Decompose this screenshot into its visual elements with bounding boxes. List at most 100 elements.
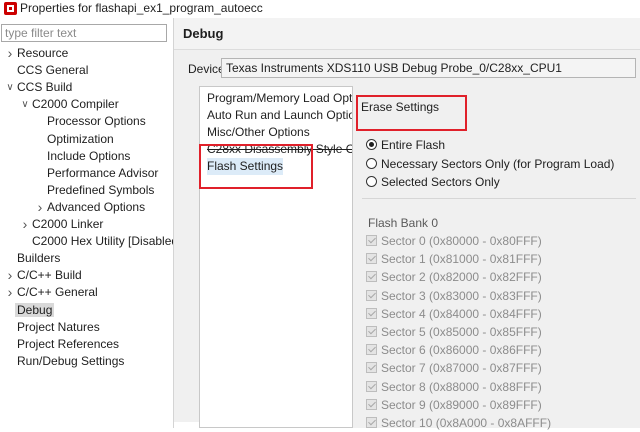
sector-label: Sector 8 (0x88000 - 0x88FFF) xyxy=(381,379,542,394)
chevron-down-icon[interactable]: ∨ xyxy=(5,79,15,96)
sector-checkbox-row: Sector 6 (0x86000 - 0x86FFF) xyxy=(366,341,542,359)
tree-item[interactable]: Include Options xyxy=(47,148,130,165)
tree-item-label: C/C++ General xyxy=(17,285,98,300)
tree-item[interactable]: Run/Debug Settings xyxy=(17,353,124,370)
category-list: Program/Memory Load OptionsAuto Run and … xyxy=(199,86,353,428)
tree-item[interactable]: Debug xyxy=(15,302,55,319)
sector-label: Sector 6 (0x86000 - 0x86FFF) xyxy=(381,343,542,358)
radio-button[interactable] xyxy=(366,157,377,169)
filter-input[interactable] xyxy=(1,24,167,42)
tree-item[interactable]: › C/C++ General xyxy=(8,284,98,301)
tree-item[interactable]: ∨ C2000 Compiler xyxy=(21,96,119,113)
tree-item-label: Run/Debug Settings xyxy=(17,353,125,368)
radio-button[interactable] xyxy=(366,176,377,187)
radio-button[interactable] xyxy=(366,139,377,150)
tree-item-label: CCS Build xyxy=(17,80,73,95)
sector-label: Sector 5 (0x85000 - 0x85FFF) xyxy=(381,325,542,339)
device-field[interactable]: Texas Instruments XDS110 USB Debug Probe… xyxy=(221,58,636,78)
tree-item[interactable]: ∨ CCS Build xyxy=(6,79,73,96)
category-item[interactable]: C28xx Disassembly Style Options xyxy=(207,141,353,158)
category-item[interactable]: Misc/Other Options xyxy=(207,124,310,141)
page-header: Debug xyxy=(174,18,640,50)
sector-label: Sector 1 (0x81000 - 0x81FFF) xyxy=(381,252,542,267)
sector-checkbox-row: Sector 2 (0x82000 - 0x82FFF) xyxy=(366,268,542,286)
checkbox-disabled-icon xyxy=(366,344,377,356)
tree-item-label: Project References xyxy=(17,336,120,351)
tree-item[interactable]: CCS General xyxy=(17,62,88,79)
sector-checkbox-row: Sector 0 (0x80000 - 0x80FFF) xyxy=(366,232,542,250)
category-item[interactable]: Auto Run and Launch Options xyxy=(207,107,353,124)
tree-item-label: C/C++ Build xyxy=(17,268,82,283)
tree-item-label: Resource xyxy=(17,46,69,60)
checkbox-disabled-icon xyxy=(366,326,377,337)
sector-label: Sector 9 (0x89000 - 0x89FFF) xyxy=(381,397,542,412)
tree-item-label: Predefined Symbols xyxy=(47,182,155,197)
erase-option-label: Necessary Sectors Only (for Program Load… xyxy=(381,156,615,171)
window-title: Properties for flashapi_ex1_program_auto… xyxy=(20,1,263,15)
tree-item-label: Include Options xyxy=(47,148,131,163)
tree-item[interactable]: › Resource xyxy=(8,45,69,62)
tree-item[interactable]: › C2000 Linker xyxy=(23,216,104,233)
sector-label: Sector 4 (0x84000 - 0x84FFF) xyxy=(381,306,542,321)
page-title: Debug xyxy=(183,26,224,41)
erase-option[interactable]: Entire Flash xyxy=(366,136,445,154)
checkbox-disabled-icon xyxy=(366,289,377,301)
device-label: Device xyxy=(188,62,225,76)
erase-option[interactable]: Selected Sectors Only xyxy=(366,173,500,191)
checkbox-disabled-icon xyxy=(366,235,377,246)
tree-item[interactable]: › C/C++ Build xyxy=(8,267,82,284)
category-item[interactable]: Program/Memory Load Options xyxy=(207,90,353,107)
chevron-right-icon[interactable]: › xyxy=(35,199,45,216)
chevron-down-icon[interactable]: ∨ xyxy=(20,96,30,113)
erase-settings-title: Erase Settings xyxy=(361,100,440,114)
tree-item-label: C2000 Linker xyxy=(32,217,104,231)
tree-item-label: C2000 Compiler xyxy=(32,97,119,112)
tree-item[interactable]: Optimization xyxy=(47,131,114,148)
sector-checkbox-row: Sector 8 (0x88000 - 0x88FFF) xyxy=(366,378,542,396)
tree-item[interactable]: C2000 Hex Utility [Disabled] xyxy=(32,233,181,250)
sector-checkbox-row: Sector 9 (0x89000 - 0x89FFF) xyxy=(366,396,542,414)
section-separator xyxy=(362,198,636,199)
category-item[interactable]: Flash Settings xyxy=(207,158,284,175)
flash-bank-title: Flash Bank 0 xyxy=(368,216,439,230)
chevron-right-icon[interactable]: › xyxy=(5,267,15,284)
tree-item[interactable]: Processor Options xyxy=(47,113,146,130)
tree-item[interactable]: Performance Advisor xyxy=(47,165,158,182)
sector-checkbox-row: Sector 3 (0x83000 - 0x83FFF) xyxy=(366,287,542,305)
sector-label: Sector 2 (0x82000 - 0x82FFF) xyxy=(381,270,542,285)
checkbox-disabled-icon xyxy=(366,253,377,265)
checkbox-disabled-icon xyxy=(366,271,377,283)
checkbox-disabled-icon xyxy=(366,307,377,319)
tree-item[interactable]: Project Natures xyxy=(17,319,100,336)
sector-checkbox-row: Sector 5 (0x85000 - 0x85FFF) xyxy=(366,323,542,341)
tree-item-label: C2000 Hex Utility [Disabled] xyxy=(32,234,182,249)
checkbox-disabled-icon xyxy=(366,362,377,374)
tree-item-label: Advanced Options xyxy=(47,199,146,214)
tree-item-label: Processor Options xyxy=(47,114,146,129)
sector-checkbox-row: Sector 7 (0x87000 - 0x87FFF) xyxy=(366,359,542,377)
chevron-right-icon[interactable]: › xyxy=(20,216,30,233)
tree-item-label: Optimization xyxy=(47,131,114,146)
sector-label: Sector 7 (0x87000 - 0x87FFF) xyxy=(381,361,542,376)
tree-item[interactable]: Builders xyxy=(17,250,60,267)
tree-item-label: Performance Advisor xyxy=(47,165,159,180)
title-bar: Properties for flashapi_ex1_program_auto… xyxy=(0,0,640,18)
chevron-right-icon[interactable]: › xyxy=(5,284,15,301)
tree-item[interactable]: Project References xyxy=(17,336,119,353)
erase-option-label: Selected Sectors Only xyxy=(381,175,500,189)
erase-option[interactable]: Necessary Sectors Only (for Program Load… xyxy=(366,155,614,173)
tree-item[interactable]: › Advanced Options xyxy=(38,199,146,216)
checkbox-disabled-icon xyxy=(366,380,377,392)
checkbox-disabled-icon xyxy=(366,398,377,410)
ccs-app-icon xyxy=(4,2,17,15)
tree-item-label: Debug xyxy=(15,302,55,317)
sector-checkbox-row: Sector 4 (0x84000 - 0x84FFF) xyxy=(366,305,542,323)
chevron-right-icon[interactable]: › xyxy=(5,45,15,62)
checkbox-disabled-icon xyxy=(366,417,377,428)
sector-label: Sector 0 (0x80000 - 0x80FFF) xyxy=(381,234,542,248)
sector-label: Sector 3 (0x83000 - 0x83FFF) xyxy=(381,288,542,303)
tree-item-label: CCS General xyxy=(17,63,89,78)
tree-item[interactable]: Predefined Symbols xyxy=(47,182,154,199)
erase-option-label: Entire Flash xyxy=(381,138,446,152)
sector-checkbox-row: Sector 1 (0x81000 - 0x81FFF) xyxy=(366,250,542,268)
